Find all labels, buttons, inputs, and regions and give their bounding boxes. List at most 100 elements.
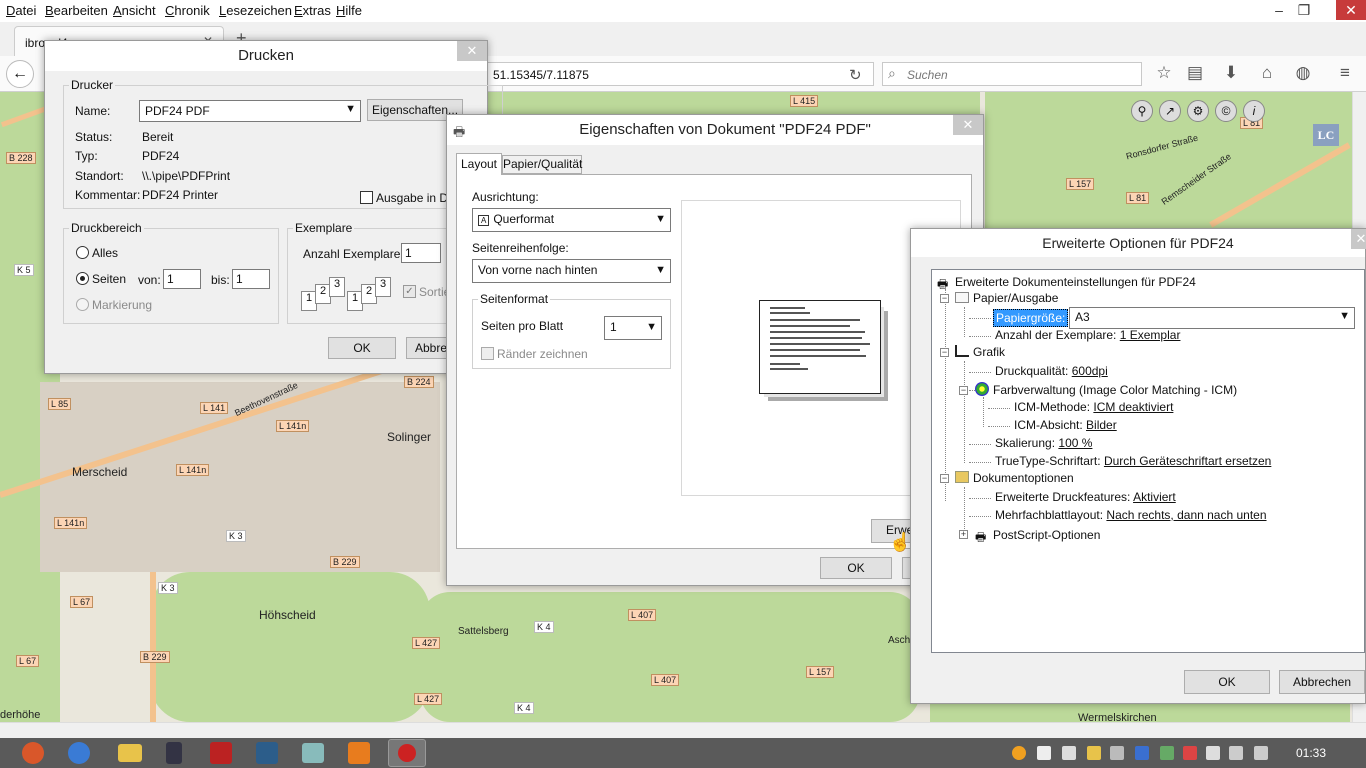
close-icon[interactable]: ✕ (953, 115, 983, 135)
restore-button[interactable]: ❐ (1290, 2, 1318, 19)
info-icon[interactable]: i (1243, 100, 1265, 122)
app-taskbar-icon[interactable] (166, 742, 182, 764)
druckqualitaet-value[interactable]: 600dpi (1072, 364, 1108, 378)
tray-icon[interactable] (1206, 746, 1220, 760)
collapse-toggle[interactable]: − (959, 386, 968, 395)
menu-bearbeiten[interactable]: Bearbeiten (45, 3, 108, 18)
tree-anzahl[interactable]: Anzahl der Exemplare: 1 Exemplar (995, 328, 1180, 342)
anzahl-value[interactable]: 1 Exemplar (1120, 328, 1181, 342)
papiergroesse-label[interactable]: Papiergröße: (993, 309, 1069, 327)
erweitert-abbrechen-button[interactable]: Abbrechen (1279, 670, 1365, 694)
copyright-icon[interactable]: © (1215, 100, 1237, 122)
menu-extras[interactable]: Extras (294, 3, 331, 18)
layer-lc-logo[interactable]: LC (1313, 124, 1339, 146)
app-taskbar-icon[interactable] (302, 743, 324, 763)
app-taskbar-icon[interactable] (256, 742, 278, 764)
tree-mehrfachblatt[interactable]: Mehrfachblattlayout: Nach rechts, dann n… (995, 508, 1267, 522)
bookmark-star-icon[interactable]: ☆ (1153, 63, 1175, 83)
mehrfachblatt-value[interactable]: Nach rechts, dann nach unten (1106, 508, 1266, 522)
menu-lesezeichen[interactable]: Lesezeichen (219, 3, 292, 18)
von-input[interactable]: 1 (163, 269, 201, 289)
minimize-button[interactable]: – (1265, 2, 1293, 18)
tree-druckfeatures[interactable]: Erweiterte Druckfeatures: Aktiviert (995, 490, 1176, 504)
explorer-taskbar-icon[interactable] (118, 744, 142, 762)
tray-icon[interactable] (1087, 746, 1101, 760)
sortieren-checkbox[interactable]: ✓ (403, 285, 416, 298)
skalierung-value[interactable]: 100 % (1058, 436, 1092, 450)
collapse-toggle[interactable]: − (940, 294, 949, 303)
tree-druckqualitaet[interactable]: Druckqualität: 600dpi (995, 364, 1108, 378)
tray-icon[interactable] (1160, 746, 1174, 760)
close-window-button[interactable]: ✕ (1336, 0, 1366, 20)
tree-icm-methode[interactable]: ICM-Methode: ICM deaktiviert (1014, 400, 1173, 414)
alles-radio[interactable] (76, 246, 89, 259)
tab-layout[interactable]: Layout (456, 153, 502, 175)
app-taskbar-icon-active[interactable] (388, 739, 426, 767)
druckfeatures-value[interactable]: Aktiviert (1133, 490, 1176, 504)
tree-farbverwaltung[interactable]: Farbverwaltung (Image Color Matching - I… (975, 382, 1237, 397)
icm-absicht-value[interactable]: Bilder (1086, 418, 1117, 432)
seiten-pro-blatt-select[interactable]: 1 ▼ (604, 316, 662, 340)
collapse-toggle[interactable]: − (940, 474, 949, 483)
bis-input[interactable]: 1 (232, 269, 270, 289)
collapse-toggle[interactable]: − (940, 348, 949, 357)
search-input[interactable]: ⌕ Suchen (882, 62, 1142, 86)
reload-icon[interactable]: ↻ (849, 66, 862, 84)
anzahl-input[interactable]: 1 (401, 243, 441, 263)
ausgabe-checkbox[interactable] (360, 191, 373, 204)
raender-checkbox[interactable] (481, 347, 494, 360)
network-icon[interactable] (1254, 746, 1268, 760)
bluetooth-icon[interactable] (1135, 746, 1149, 760)
erweitert-ok-button[interactable]: OK (1184, 670, 1270, 694)
icm-methode-value[interactable]: ICM deaktiviert (1093, 400, 1173, 414)
settings-gear-icon[interactable]: ⚙ (1187, 100, 1209, 122)
tray-icon[interactable] (1062, 746, 1076, 760)
tray-icon[interactable] (1012, 746, 1026, 760)
download-icon[interactable]: ⬇ (1220, 63, 1242, 83)
close-icon[interactable]: ✕ (457, 41, 487, 61)
tree-skalierung[interactable]: Skalierung: 100 % (995, 436, 1092, 450)
app-taskbar-icon[interactable] (210, 742, 232, 764)
truetype-value[interactable]: Durch Geräteschriftart ersetzen (1104, 454, 1271, 468)
firefox-taskbar-icon[interactable] (22, 742, 44, 764)
menu-chronik[interactable]: Chronik (165, 3, 210, 18)
menu-hilfe[interactable]: Hilfe (336, 3, 362, 18)
tree-grafik[interactable]: Grafik (955, 345, 1005, 359)
bookmarks-list-icon[interactable]: ▤ (1184, 63, 1206, 83)
tray-icon[interactable] (1110, 746, 1124, 760)
globe-icon[interactable]: ◍ (1292, 63, 1314, 83)
seitenreihenfolge-select[interactable]: Von vorne nach hinten ▼ (472, 259, 671, 283)
pdf24-taskbar-icon[interactable] (348, 742, 370, 764)
back-button[interactable]: ← (6, 60, 34, 88)
lightbulb-icon[interactable]: ⚲ (1131, 100, 1153, 122)
home-icon[interactable]: ⌂ (1256, 63, 1278, 83)
horizontal-scrollbar[interactable] (0, 722, 1366, 738)
tray-icon[interactable] (1183, 746, 1197, 760)
taskbar-clock[interactable]: 01:33 (1296, 746, 1326, 760)
papiergroesse-select[interactable]: A3 ▼ (1069, 307, 1355, 329)
volume-icon[interactable] (1229, 746, 1243, 760)
internet-explorer-taskbar-icon[interactable] (68, 742, 90, 764)
markierung-radio[interactable] (76, 298, 89, 311)
ausrichtung-select[interactable]: A Querformat ▼ (472, 208, 671, 232)
tree-postscript[interactable]: 🖶 PostScript-Optionen (975, 526, 1100, 544)
tree-papier[interactable]: Papier/Ausgabe (955, 291, 1058, 305)
drucken-ok-button[interactable]: OK (328, 337, 396, 359)
tree-root[interactable]: 🖶 Erweiterte Dokumenteinstellungen für PD… (937, 273, 1196, 291)
printer-select[interactable]: PDF24 PDF ▼ (139, 100, 361, 122)
arrow-tool-icon[interactable]: ↗ (1159, 100, 1181, 122)
eigenschaften-ok-button[interactable]: OK (820, 557, 892, 579)
markierung-label: Markierung (92, 298, 153, 312)
tray-icon[interactable] (1037, 746, 1051, 760)
menu-datei[interactable]: Datei (6, 3, 36, 18)
tree-dokumentoptionen[interactable]: Dokumentoptionen (955, 471, 1074, 485)
hamburger-menu-icon[interactable]: ≡ (1334, 63, 1356, 83)
close-icon[interactable]: ✕ (1351, 229, 1366, 249)
expand-toggle[interactable]: + (959, 530, 968, 539)
tab-papier-qualitaet[interactable]: Papier/Qualität (502, 155, 582, 174)
seiten-radio[interactable] (76, 272, 89, 285)
menu-ansicht[interactable]: Ansicht (113, 3, 156, 18)
tree-truetype[interactable]: TrueType-Schriftart: Durch Geräteschrift… (995, 454, 1271, 468)
url-input[interactable]: 51.15345/7.11875 ↻ (486, 62, 874, 86)
tree-icm-absicht[interactable]: ICM-Absicht: Bilder (1014, 418, 1117, 432)
